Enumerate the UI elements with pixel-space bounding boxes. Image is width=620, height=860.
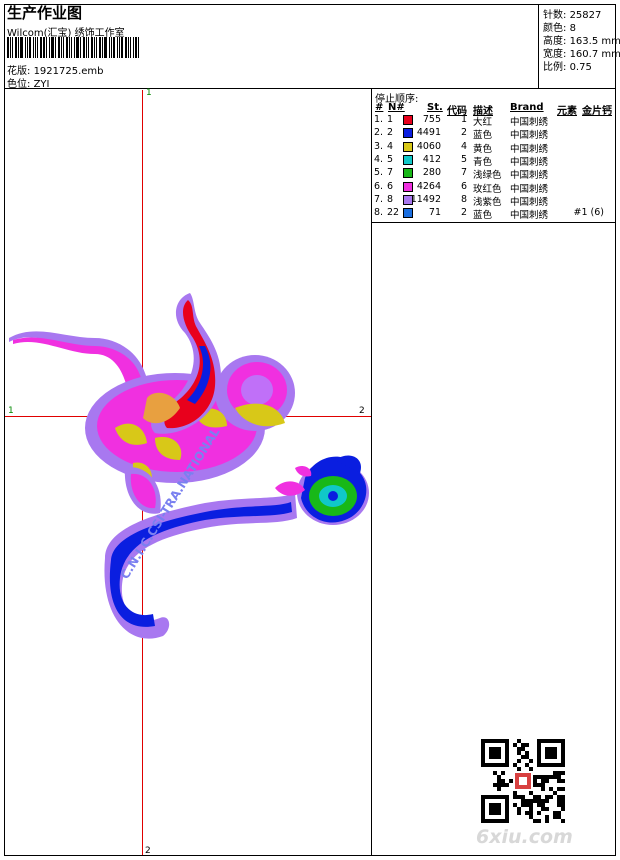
stop-row-brand: 中国刺绣 bbox=[510, 130, 549, 142]
stop-row-n: 4 bbox=[387, 140, 394, 152]
stop-row-st: 4264 bbox=[416, 180, 441, 192]
color-swatch bbox=[403, 154, 413, 165]
stop-row-desc: 浅紫色 bbox=[473, 196, 502, 208]
stop-row-st: 71 bbox=[428, 207, 441, 219]
stop-row-num: 3. bbox=[374, 140, 384, 152]
col-brand: Brand bbox=[510, 102, 544, 113]
stop-row-code: 8 bbox=[460, 193, 467, 205]
stop-row-n: 7 bbox=[387, 167, 394, 179]
stop-row-brand: 中国刺绣 bbox=[510, 117, 549, 128]
stop-row-num: 1. bbox=[374, 114, 384, 125]
stop-row-desc: 蓝色 bbox=[473, 210, 493, 222]
stop-row-code: 2 bbox=[460, 127, 467, 139]
stop-row-brand: 中国刺绣 bbox=[510, 143, 549, 155]
stop-row-code: 6 bbox=[460, 180, 467, 192]
stop-row-desc: 黄色 bbox=[473, 143, 493, 155]
stop-row-desc: 青色 bbox=[473, 156, 493, 168]
stop-row-n: 22 bbox=[387, 207, 400, 219]
barcode bbox=[7, 37, 142, 58]
stop-row-n: 1 bbox=[387, 114, 394, 125]
stop-row-n: 2 bbox=[387, 127, 394, 139]
stop-row-st: 755 bbox=[422, 114, 441, 125]
stop-row-brand: 中国刺绣 bbox=[510, 170, 549, 182]
stop-row-num: 2. bbox=[374, 127, 384, 139]
watermark-logo: 6xiu.com bbox=[476, 826, 573, 848]
qr-code bbox=[481, 739, 565, 823]
stop-row-brand: 中国刺绣 bbox=[510, 196, 549, 208]
stop-row-brand: 中国刺绣 bbox=[510, 156, 549, 168]
stop-row-desc: 大红 bbox=[473, 117, 493, 128]
stop-row-num: 4. bbox=[374, 153, 384, 165]
color-swatch bbox=[403, 141, 413, 152]
stop-row-st: 4060 bbox=[416, 140, 441, 152]
spec-scale: 比例: 0.75 bbox=[543, 62, 592, 73]
col-n: N# bbox=[388, 102, 405, 113]
stop-row-element: #1 (6) bbox=[573, 207, 604, 219]
table-bottom-divider bbox=[371, 222, 616, 223]
stop-row-n: 8 bbox=[387, 193, 394, 205]
stop-row-num: 5. bbox=[374, 167, 384, 179]
col-st: St. bbox=[427, 102, 443, 113]
color-swatch bbox=[403, 128, 413, 139]
stop-row-num: 8. bbox=[374, 207, 384, 219]
stop-row-desc: 蓝色 bbox=[473, 130, 493, 142]
stop-row-n: 5 bbox=[387, 153, 394, 165]
stop-row-code: 1 bbox=[460, 114, 467, 125]
stop-row-num: 7. bbox=[374, 193, 384, 205]
stop-row-brand: 中国刺绣 bbox=[510, 183, 549, 195]
color-swatch bbox=[403, 115, 413, 125]
guide-label-bottom: 2 bbox=[145, 846, 151, 856]
stop-row-st: 412 bbox=[422, 153, 441, 165]
embroidery-design: C.N.I.C.CSI-TRA.NATIONAL bbox=[9, 293, 369, 639]
col-num: # bbox=[375, 102, 384, 113]
stop-row-desc: 浅绿色 bbox=[473, 170, 502, 182]
color-swatch bbox=[403, 194, 413, 205]
stop-row-st: 280 bbox=[422, 167, 441, 179]
stop-row-code: 5 bbox=[460, 153, 467, 165]
color-swatch bbox=[403, 181, 413, 192]
stop-row-code: 7 bbox=[460, 167, 467, 179]
stop-row-n: 6 bbox=[387, 180, 394, 192]
stop-row-code: 2 bbox=[460, 207, 467, 219]
header-spec-divider bbox=[538, 4, 539, 88]
page-title: 生产作业图 bbox=[7, 4, 83, 22]
stop-row-brand: 中国刺绣 bbox=[510, 210, 549, 222]
stop-row-code: 4 bbox=[460, 140, 467, 152]
stop-row-desc: 玫红色 bbox=[473, 183, 502, 195]
color-swatch bbox=[403, 168, 413, 179]
stop-row-st: 4491 bbox=[416, 127, 441, 139]
stop-row-num: 6. bbox=[374, 180, 384, 192]
color-swatch bbox=[403, 208, 413, 219]
stop-row-st: 11492 bbox=[410, 193, 441, 205]
